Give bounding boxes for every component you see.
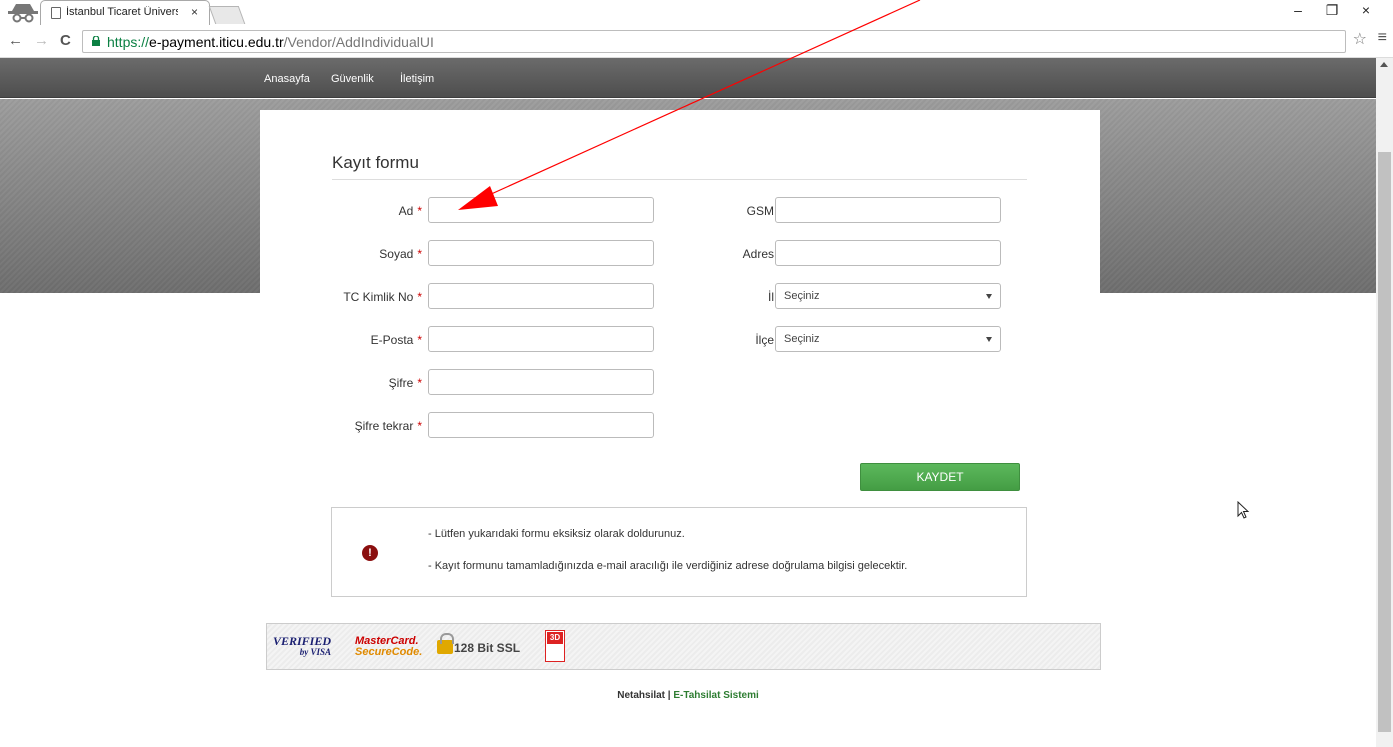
form-divider xyxy=(332,179,1027,180)
label-gsm: GSM xyxy=(746,204,774,218)
forward-icon[interactable]: → xyxy=(34,32,49,49)
notice-line: - Lütfen yukarıdaki formu eksiksiz olara… xyxy=(428,528,685,540)
new-tab-button[interactable] xyxy=(208,6,246,24)
required-mark: * xyxy=(417,204,422,218)
alert-icon: ! xyxy=(362,545,378,561)
label-email: E-Posta * xyxy=(370,333,422,347)
registration-card: Kayıt formu Ad * Soyad * TC Kimlik No * E-P… xyxy=(260,110,1100,670)
save-button[interactable]: KAYDET xyxy=(860,463,1020,491)
bookmark-star-icon[interactable]: ☆ xyxy=(1353,29,1367,49)
address-input[interactable] xyxy=(775,240,1001,266)
reload-icon[interactable]: C xyxy=(60,32,71,49)
lock-icon xyxy=(92,36,100,46)
page-icon xyxy=(51,7,61,19)
label-district: İlçe xyxy=(755,333,774,347)
3d-secure-logo: 3D xyxy=(545,630,565,662)
first-name-input[interactable] xyxy=(428,197,654,223)
required-mark: * xyxy=(417,419,422,433)
label-last-name: Soyad * xyxy=(379,247,422,261)
form-title: Kayıt formu xyxy=(332,153,419,172)
required-mark: * xyxy=(417,333,422,347)
required-mark: * xyxy=(417,290,422,304)
restore-icon[interactable]: ❐ xyxy=(1315,2,1349,19)
required-mark: * xyxy=(417,376,422,390)
verified-by-visa-logo: VERIFIED by VISA xyxy=(273,634,332,657)
info-notice: ! - Lütfen yukarıdaki formu eksiksiz ola… xyxy=(331,507,1027,597)
url-text: https://e-payment.iticu.edu.tr/Vendor/Ad… xyxy=(107,34,434,50)
district-select-value: Seçiniz xyxy=(784,333,820,345)
mastercard-securecode-logo: MasterCard. SecureCode. xyxy=(355,635,423,658)
city-select-value: Seçiniz xyxy=(784,290,820,302)
district-select[interactable]: Seçiniz xyxy=(775,326,1001,352)
nav-link-contact[interactable]: İletişim xyxy=(400,73,434,85)
city-select[interactable]: Seçiniz xyxy=(775,283,1001,309)
browser-tab-bar: İstanbul Ticaret Üniversite × – ❐ × xyxy=(0,0,1393,25)
label-password: Şifre * xyxy=(388,376,422,390)
browser-tab[interactable]: İstanbul Ticaret Üniversite × xyxy=(40,0,210,25)
password-input[interactable] xyxy=(428,369,654,395)
footer-brand-link[interactable]: E-Tahsilat Sistemi xyxy=(673,690,758,701)
caret-down-icon xyxy=(986,337,992,342)
label-password-repeat: Şifre tekrar * xyxy=(354,419,422,433)
scroll-up-icon[interactable] xyxy=(1380,62,1388,67)
ssl-label: 128 Bit SSL xyxy=(454,641,521,655)
url-scheme: https:// xyxy=(107,34,150,50)
password-repeat-input[interactable] xyxy=(428,412,654,438)
close-window-icon[interactable]: × xyxy=(1349,2,1383,18)
mouse-cursor-icon xyxy=(1237,501,1250,519)
gsm-input[interactable] xyxy=(775,197,1001,223)
page-viewport: Anasayfa Güvenlik İletişim Kayıt formu A… xyxy=(0,58,1376,747)
label-tc-id: TC Kimlik No * xyxy=(343,290,422,304)
padlock-icon xyxy=(437,633,454,654)
notice-line: - Kayıt formunu tamamladığınızda e-mail … xyxy=(428,560,908,572)
caret-down-icon xyxy=(986,294,992,299)
last-name-input[interactable] xyxy=(428,240,654,266)
footer: Netahsilat | E-Tahsilat Sistemi xyxy=(0,690,1376,701)
email-input[interactable] xyxy=(428,326,654,352)
security-badges: VERIFIED by VISA MasterCard. SecureCode. 1… xyxy=(266,623,1101,670)
back-icon[interactable]: ← xyxy=(8,32,23,49)
label-city: İl xyxy=(768,290,774,304)
address-bar[interactable]: https://e-payment.iticu.edu.tr/Vendor/Ad… xyxy=(82,30,1346,53)
minimize-icon[interactable]: – xyxy=(1281,2,1315,18)
incognito-icon xyxy=(8,4,38,23)
site-navbar: Anasayfa Güvenlik İletişim xyxy=(0,58,1376,98)
window-controls: – ❐ × xyxy=(1281,2,1383,19)
nav-link-home[interactable]: Anasayfa xyxy=(264,73,310,85)
label-address: Adres xyxy=(742,247,774,261)
page-scrollbar[interactable] xyxy=(1376,58,1393,747)
tc-id-input[interactable] xyxy=(428,283,654,309)
url-host: e-payment.iticu.edu.tr xyxy=(149,34,284,50)
tab-close-icon[interactable]: × xyxy=(191,5,198,19)
browser-toolbar: ← → C https://e-payment.iticu.edu.tr/Ven… xyxy=(0,25,1393,58)
footer-prefix: Netahsilat | xyxy=(617,690,674,701)
tab-title: İstanbul Ticaret Üniversite xyxy=(66,6,178,18)
menu-icon[interactable]: ≡ xyxy=(1378,29,1387,47)
nav-link-security[interactable]: Güvenlik xyxy=(331,73,374,85)
scrollbar-thumb[interactable] xyxy=(1378,152,1391,732)
required-mark: * xyxy=(417,247,422,261)
label-first-name: Ad * xyxy=(398,204,422,218)
url-path: /Vendor/AddIndividualUI xyxy=(283,34,434,50)
